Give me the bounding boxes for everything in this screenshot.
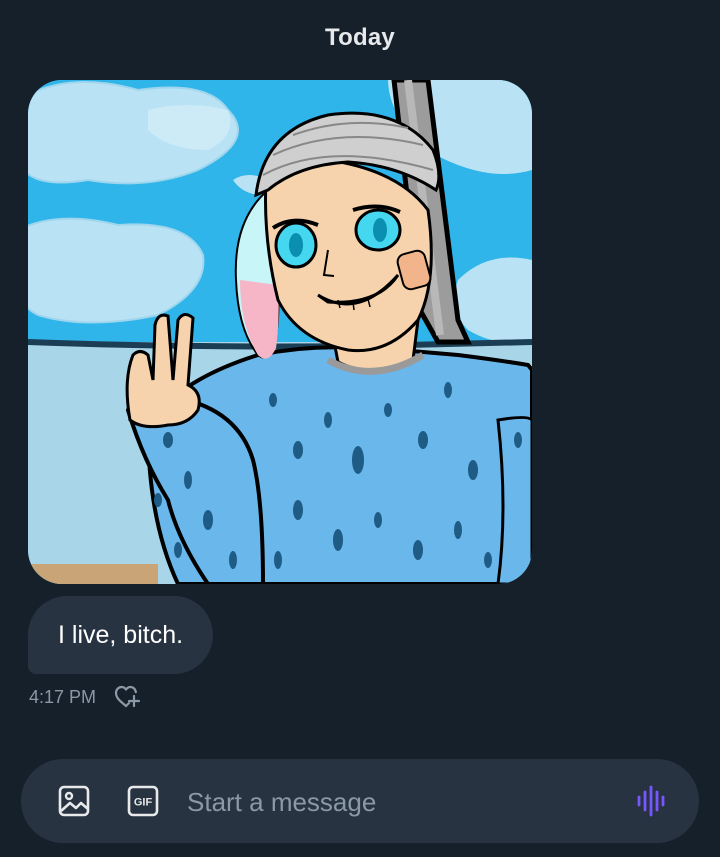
shared-drawing-image [28,80,532,584]
message-meta: 4:17 PM [29,683,142,711]
add-media-button[interactable] [54,781,94,821]
heart-plus-icon [114,685,141,708]
image-message[interactable] [28,80,532,584]
gif-icon: GIF [127,785,159,817]
voice-waveform-icon [637,785,665,817]
dm-conversation-screen: Today I live, bitch. 4:17 PM GIF Start a… [0,0,720,857]
message-bubble[interactable]: I live, bitch. [28,596,214,674]
gif-label: GIF [134,797,153,809]
image-icon [58,785,90,817]
add-reaction-button[interactable] [112,683,142,711]
message-composer: GIF [21,759,699,843]
add-gif-button[interactable]: GIF [123,781,163,821]
message-text: I live, bitch. [58,620,184,649]
message-timestamp: 4:17 PM [29,686,97,707]
message-input[interactable] [185,779,619,825]
voice-message-button[interactable] [631,781,671,821]
day-divider: Today [325,24,395,51]
